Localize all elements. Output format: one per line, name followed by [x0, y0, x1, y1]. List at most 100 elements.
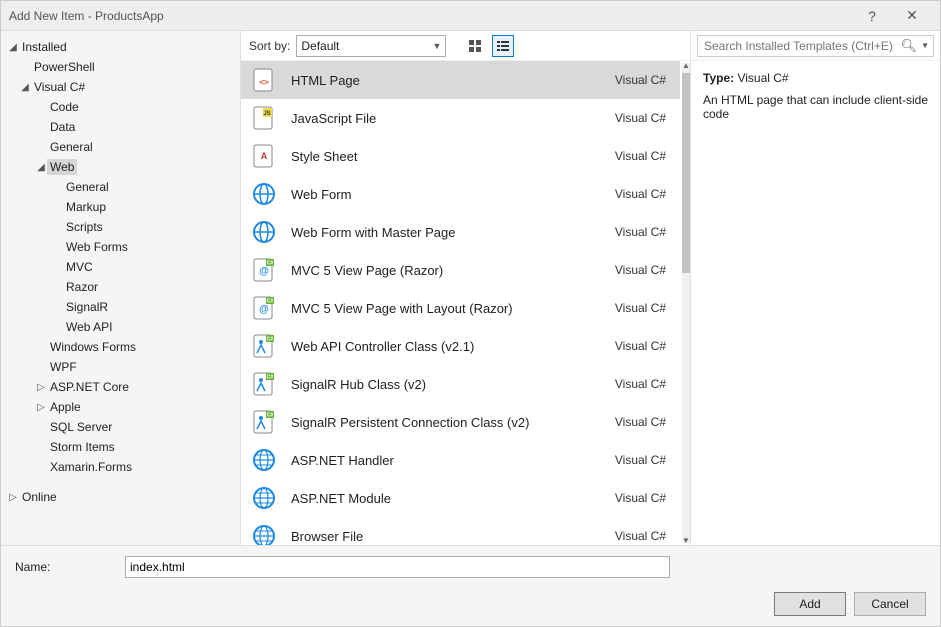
template-row[interactable]: ASP.NET ModuleVisual C#	[241, 479, 680, 517]
search-row: 🔍︎ ▼	[691, 31, 940, 61]
chevron-right-icon: ▷	[35, 402, 47, 413]
tree-code[interactable]: Code	[1, 97, 240, 117]
tree-web-webforms[interactable]: Web Forms	[1, 237, 240, 257]
svg-text:C#: C#	[267, 413, 274, 419]
template-lang: Visual C#	[615, 415, 670, 429]
template-row[interactable]: C#SignalR Persistent Connection Class (v…	[241, 403, 680, 441]
scroll-thumb[interactable]	[682, 73, 690, 273]
tree-apple[interactable]: ▷ Apple	[1, 397, 240, 417]
chevron-down-icon[interactable]: ▼	[921, 41, 929, 50]
css-icon: A	[247, 139, 281, 173]
template-name: Web Form	[291, 187, 615, 202]
tree-powershell[interactable]: PowerShell	[1, 57, 240, 77]
tree-installed[interactable]: ◢ Installed	[1, 37, 240, 57]
globe2-icon	[247, 519, 281, 545]
list-icon	[496, 39, 510, 53]
tree-wpf[interactable]: WPF	[1, 357, 240, 377]
chevron-right-icon: ▷	[7, 492, 19, 503]
template-lang: Visual C#	[615, 263, 670, 277]
template-name: Web Form with Master Page	[291, 225, 615, 240]
template-lang: Visual C#	[615, 453, 670, 467]
cs-icon: C#	[247, 329, 281, 363]
tree-web-webapi[interactable]: Web API	[1, 317, 240, 337]
add-button[interactable]: Add	[774, 592, 846, 616]
chevron-down-icon: ◢	[19, 82, 31, 93]
svg-text:C#: C#	[267, 337, 274, 343]
tree-sqlserver[interactable]: SQL Server	[1, 417, 240, 437]
tree-web-general[interactable]: General	[1, 177, 240, 197]
template-row[interactable]: @C#MVC 5 View Page with Layout (Razor)Vi…	[241, 289, 680, 327]
svg-text:@: @	[259, 266, 269, 277]
view-tiles-button[interactable]	[464, 35, 486, 57]
cancel-button[interactable]: Cancel	[854, 592, 926, 616]
globe-icon	[247, 177, 281, 211]
tree-web-mvc[interactable]: MVC	[1, 257, 240, 277]
cs-icon: C#	[247, 367, 281, 401]
template-row[interactable]: <>HTML PageVisual C#	[241, 61, 680, 99]
template-name: Web API Controller Class (v2.1)	[291, 339, 615, 354]
sortby-combo[interactable]: Default ▼	[296, 35, 446, 57]
svg-text:@: @	[259, 304, 269, 315]
toolbar: Sort by: Default ▼	[241, 31, 690, 61]
scrollbar[interactable]: ▲ ▼	[682, 63, 690, 543]
chevron-down-icon: ◢	[7, 42, 19, 53]
razor-icon: @C#	[247, 253, 281, 287]
template-name: Style Sheet	[291, 149, 615, 164]
tree-web-markup[interactable]: Markup	[1, 197, 240, 217]
template-name: MVC 5 View Page (Razor)	[291, 263, 615, 278]
template-row[interactable]: C# SignalR Hub Class (v2)Visual C#	[241, 365, 680, 403]
search-box[interactable]: 🔍︎ ▼	[697, 35, 934, 57]
search-icon[interactable]: 🔍︎	[901, 38, 918, 54]
name-input[interactable]	[125, 556, 670, 578]
template-row[interactable]: JSJavaScript FileVisual C#	[241, 99, 680, 137]
tree-web-scripts[interactable]: Scripts	[1, 217, 240, 237]
template-row[interactable]: C# Web API Controller Class (v2.1)Visual …	[241, 327, 680, 365]
type-value: Visual C#	[737, 71, 788, 85]
template-panel: Sort by: Default ▼	[241, 31, 690, 545]
svg-text:JS: JS	[263, 111, 270, 117]
template-lang: Visual C#	[615, 377, 670, 391]
template-description: Type: Visual C# An HTML page that can in…	[691, 61, 940, 131]
template-lang: Visual C#	[615, 529, 670, 543]
footer: Name: Add Cancel	[1, 545, 940, 626]
cs-icon: C#	[247, 405, 281, 439]
html-icon: <>	[247, 63, 281, 97]
type-label: Type:	[703, 71, 734, 85]
template-row[interactable]: ASP.NET HandlerVisual C#	[241, 441, 680, 479]
scroll-down-icon[interactable]: ▼	[682, 536, 690, 545]
tree-web-signalr[interactable]: SignalR	[1, 297, 240, 317]
scroll-up-icon[interactable]: ▲	[682, 61, 690, 70]
svg-text:A: A	[261, 151, 268, 161]
dialog-body: ◢ Installed PowerShell ◢ Visual C# Code …	[1, 31, 940, 545]
view-list-button[interactable]	[492, 35, 514, 57]
globe-icon	[247, 215, 281, 249]
tiles-icon	[468, 39, 482, 53]
template-row[interactable]: Web FormVisual C#	[241, 175, 680, 213]
tree-windowsforms[interactable]: Windows Forms	[1, 337, 240, 357]
template-lang: Visual C#	[615, 339, 670, 353]
template-row[interactable]: @C# MVC 5 View Page (Razor)Visual C#	[241, 251, 680, 289]
tree-xamarinforms[interactable]: Xamarin.Forms	[1, 457, 240, 477]
template-lang: Visual C#	[615, 491, 670, 505]
tree-aspnetcore[interactable]: ▷ ASP.NET Core	[1, 377, 240, 397]
tree-visualcsharp[interactable]: ◢ Visual C#	[1, 77, 240, 97]
template-name: HTML Page	[291, 73, 615, 88]
button-row: Add Cancel	[15, 592, 926, 616]
tree-stormitems[interactable]: Storm Items	[1, 437, 240, 457]
razor-icon: @C#	[247, 291, 281, 325]
tree-general[interactable]: General	[1, 137, 240, 157]
tree-web[interactable]: ◢ Web	[1, 157, 240, 177]
template-row[interactable]: Browser FileVisual C#	[241, 517, 680, 545]
close-button[interactable]: ✕	[892, 1, 932, 31]
svg-text:C#: C#	[267, 261, 274, 267]
template-row[interactable]: Web Form with Master PageVisual C#	[241, 213, 680, 251]
tree-data[interactable]: Data	[1, 117, 240, 137]
help-button[interactable]: ?	[852, 1, 892, 31]
add-new-item-dialog: Add New Item - ProductsApp ? ✕ ◢ Install…	[0, 0, 941, 627]
category-tree: ◢ Installed PowerShell ◢ Visual C# Code …	[1, 31, 241, 545]
tree-web-razor[interactable]: Razor	[1, 277, 240, 297]
search-input[interactable]	[702, 38, 901, 54]
template-row[interactable]: AStyle SheetVisual C#	[241, 137, 680, 175]
tree-online[interactable]: ▷ Online	[1, 487, 240, 507]
template-name: SignalR Hub Class (v2)	[291, 377, 615, 392]
